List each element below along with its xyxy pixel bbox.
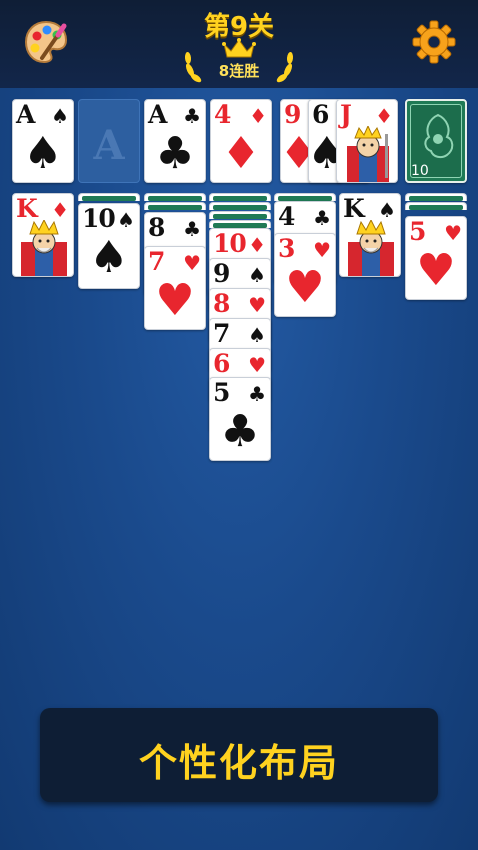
heart-icon: ♥ [416, 245, 456, 296]
card-rank: 7 [148, 247, 165, 276]
foundation-clubs[interactable]: A ♣ ♣ [144, 99, 206, 183]
facedown-card [209, 193, 271, 201]
facedown-card [209, 220, 271, 228]
foundation-empty-slot[interactable]: A [78, 99, 140, 183]
diamond-icon: ♦ [51, 198, 69, 222]
tableau-card[interactable]: 5 ♥ ♥ [405, 216, 467, 300]
card-rank: 9 [213, 259, 230, 288]
heart-icon: ♥ [183, 251, 201, 275]
club-icon: ♣ [183, 104, 201, 128]
jack-face-icon [347, 126, 389, 182]
heart-icon: ♥ [285, 262, 325, 313]
card-rank: 5 [409, 217, 426, 246]
card-rank: 10 [213, 229, 247, 258]
spade-icon: ♠ [378, 198, 396, 222]
crown-icon [222, 38, 256, 60]
club-icon: ♣ [183, 217, 201, 241]
facedown-card [274, 193, 336, 201]
club-icon: ♣ [220, 406, 260, 457]
heart-icon: ♥ [155, 275, 195, 326]
stock-count: 10 [411, 163, 429, 179]
facedown-card [78, 193, 140, 201]
club-icon: ♣ [248, 382, 266, 406]
diamond-icon: ♦ [375, 104, 393, 128]
gear-icon[interactable] [412, 20, 456, 64]
facedown-card [405, 202, 467, 210]
facedown-card [144, 193, 206, 201]
card-rank: 7 [213, 319, 230, 348]
card-rank: 5 [213, 378, 230, 407]
club-icon: ♣ [313, 206, 331, 230]
tableau-card[interactable]: 10 ♠ ♠ [78, 203, 140, 289]
stock-pile[interactable]: 10 [405, 99, 467, 183]
facedown-card [209, 211, 271, 219]
tableau-card[interactable]: 3 ♥ ♥ [274, 233, 336, 317]
spade-icon: ♠ [51, 104, 69, 128]
facedown-card [144, 202, 206, 210]
card-rank: 9 [284, 100, 301, 129]
spade-icon: ♠ [89, 232, 129, 283]
card-rank: 8 [213, 289, 230, 318]
card-rank: 6 [312, 100, 329, 129]
card-rank: 4 [214, 100, 231, 129]
spade-icon: ♠ [23, 128, 63, 179]
tableau-card[interactable]: 5 ♣ ♣ [209, 377, 271, 461]
tableau-card[interactable]: K ♦ [12, 193, 74, 277]
diamond-icon: ♦ [249, 104, 267, 128]
custom-layout-banner: 个性化布局 [40, 708, 438, 802]
card-rank: 3 [278, 234, 295, 263]
king-face-icon [21, 220, 67, 276]
foundation-spades[interactable]: A ♠ ♠ [12, 99, 74, 183]
win-streak: 8连胜 [218, 62, 260, 80]
diamond-icon: ♦ [248, 233, 266, 257]
spade-icon: ♠ [248, 323, 266, 347]
spade-icon: ♠ [248, 263, 266, 287]
tableau-card[interactable]: K ♠ [339, 193, 401, 277]
king-face-icon [348, 220, 394, 276]
heart-icon: ♥ [444, 221, 462, 245]
banner-text: 个性化布局 [138, 741, 339, 785]
card-rank: 4 [278, 202, 295, 231]
slot-ace-placeholder: A [93, 122, 125, 169]
foundation-diamonds[interactable]: 4 ♦ ♦ [210, 99, 272, 183]
card-rank: A [148, 100, 167, 129]
card-rank: 10 [82, 204, 116, 233]
heart-icon: ♥ [248, 293, 266, 317]
heart-icon: ♥ [313, 238, 331, 262]
facedown-card [405, 193, 467, 201]
card-rank: A [16, 100, 35, 129]
tableau-card[interactable]: 7 ♥ ♥ [144, 246, 206, 330]
heart-icon: ♥ [248, 353, 266, 377]
card-rank: 6 [213, 349, 230, 378]
spade-icon: ♠ [117, 208, 135, 232]
diamond-icon: ♦ [221, 128, 261, 179]
club-icon: ♣ [155, 128, 195, 179]
facedown-card [209, 202, 271, 210]
waste-top-card[interactable]: J ♦ [336, 99, 398, 183]
card-rank: 8 [148, 213, 165, 242]
